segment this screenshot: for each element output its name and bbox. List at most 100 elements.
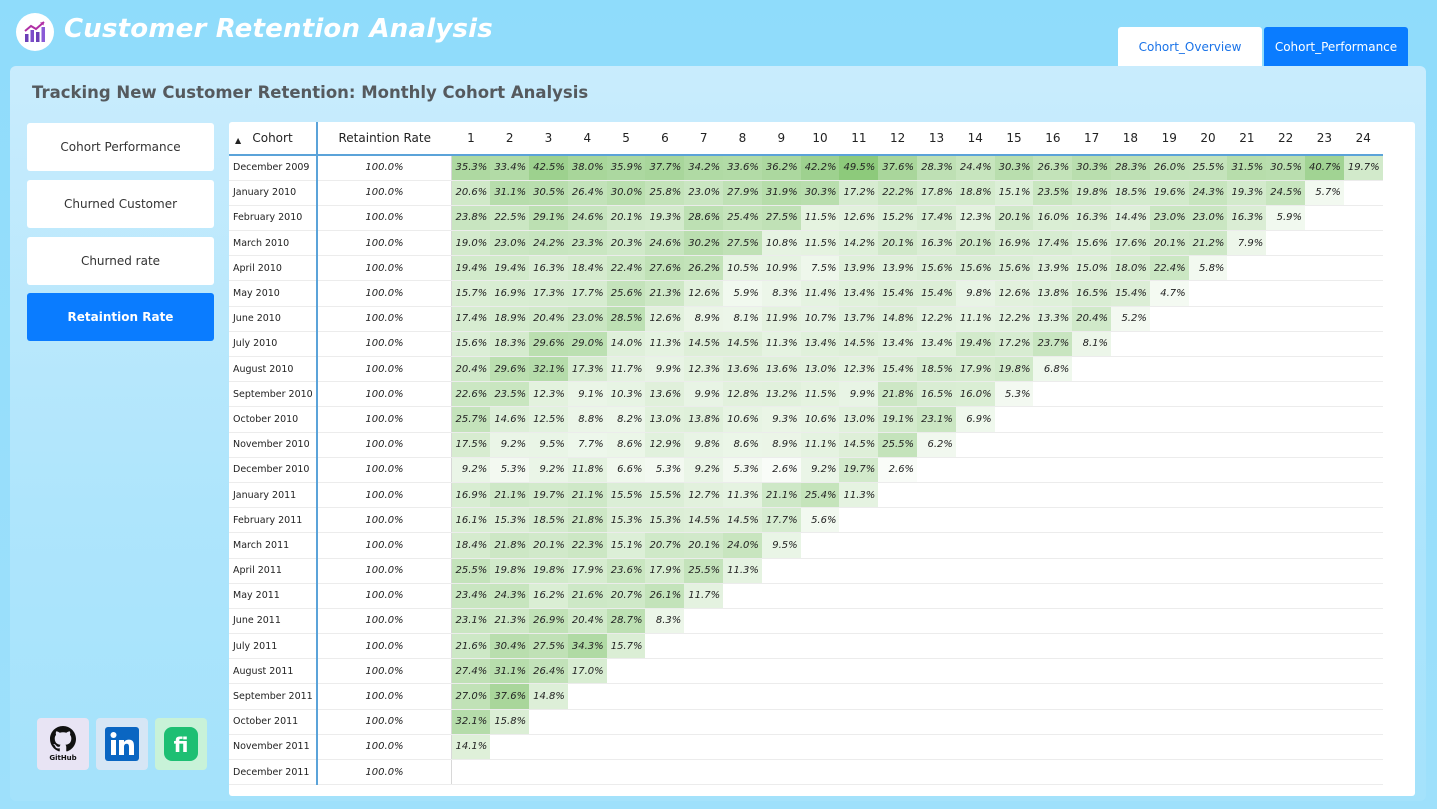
table-row[interactable]: January 2011 100.0% 16.9% 21.1% 19.7% 21.1% 15… [229, 482, 1383, 509]
retention-rate-cell: 100.0% [317, 432, 451, 458]
sidebar-item-churned-rate[interactable]: Churned rate [27, 237, 214, 285]
column-header-month[interactable]: 7 [684, 122, 723, 155]
retention-value-cell: 12.3% [529, 381, 568, 408]
sidebar-item-churned-customer[interactable]: Churned Customer [27, 180, 214, 228]
table-row[interactable]: October 2011 100.0% 32.1% 15.8% [229, 709, 1383, 735]
retention-value-cell [1227, 583, 1267, 609]
table-row[interactable]: February 2010 100.0% 23.8% 22.5% 29.1% 24.6% 2… [229, 205, 1383, 232]
github-icon [50, 726, 76, 752]
table-row[interactable]: June 2011 100.0% 23.1% 21.3% 26.9% 20.4% 28.7%… [229, 608, 1383, 635]
retention-value-cell: 36.2% [761, 155, 801, 181]
column-header-month[interactable]: 24 [1344, 122, 1383, 155]
column-header-cohort[interactable]: ▲ Cohort [229, 122, 318, 155]
column-header-month[interactable]: 18 [1111, 122, 1150, 155]
column-header-month[interactable]: 22 [1266, 122, 1305, 155]
table-row[interactable]: November 2011 100.0% 14.1% [229, 734, 1383, 761]
table-row[interactable]: June 2010 100.0% 17.4% 18.9% 20.4% 23.0% 28.5%… [229, 306, 1383, 332]
column-header-month[interactable]: 5 [607, 122, 646, 155]
column-header-month[interactable]: 15 [995, 122, 1034, 155]
table-row[interactable]: September 2010 100.0% 22.6% 23.5% 12.3% 9.1% 1… [229, 381, 1383, 408]
table-row[interactable]: July 2010 100.0% 15.6% 18.3% 29.6% 29.0% 14.0%… [229, 331, 1383, 358]
table-row[interactable]: December 2009 100.0% 35.3% 33.4% 42.5% 38.0% 3… [229, 155, 1383, 181]
retention-value-cell [1033, 432, 1073, 458]
retention-value-cell: 17.9% [955, 356, 995, 383]
table-row[interactable]: April 2010 100.0% 19.4% 19.4% 16.3% 18.4% 22.4… [229, 255, 1383, 282]
retention-value-cell [1343, 255, 1383, 282]
table-row[interactable]: May 2010 100.0% 15.7% 16.9% 17.3% 17.7% 25.6% 2… [229, 280, 1383, 307]
retention-rate-cell: 100.0% [317, 583, 451, 609]
column-header-month[interactable]: 10 [801, 122, 840, 155]
retention-value-cell: 15.7% [451, 280, 491, 307]
retention-value-cell [955, 633, 995, 660]
linkedin-link[interactable] [96, 718, 148, 770]
retention-value-cell: 20.3% [606, 230, 646, 257]
column-header-month[interactable]: 11 [839, 122, 878, 155]
table-row[interactable]: August 2011 100.0% 27.4% 31.1% 26.4% 17.0% [229, 658, 1383, 685]
retention-value-cell: 14.5% [723, 507, 762, 534]
sidebar-item-retaintion-rate[interactable]: Retaintion Rate [27, 293, 214, 341]
column-header-month[interactable]: 12 [878, 122, 917, 155]
column-header-month[interactable]: 23 [1305, 122, 1344, 155]
retention-value-cell: 11.3% [645, 331, 685, 358]
cohort-cell: January 2010 [229, 180, 318, 206]
tab-cohort-performance[interactable]: Cohort_Performance [1264, 27, 1408, 67]
table-row[interactable]: July 2011 100.0% 21.6% 30.4% 27.5% 34.3% 15.7% [229, 633, 1383, 660]
retention-value-cell [1188, 558, 1228, 584]
column-header-month[interactable]: 6 [645, 122, 684, 155]
table-row[interactable]: April 2011 100.0% 25.5% 19.8% 19.8% 17.9% 23.6… [229, 558, 1383, 584]
table-row[interactable]: August 2010 100.0% 20.4% 29.6% 32.1% 17.3% 11.… [229, 356, 1383, 383]
column-header-month[interactable]: 19 [1150, 122, 1189, 155]
retention-value-cell: 11.5% [800, 205, 840, 232]
column-header-month[interactable]: 4 [568, 122, 607, 155]
fiverr-link[interactable]: fi [155, 718, 207, 770]
table-row[interactable]: November 2010 100.0% 17.5% 9.2% 9.5% 7.7% 8.6%… [229, 432, 1383, 458]
column-header-month[interactable]: 16 [1033, 122, 1072, 155]
column-header-month[interactable]: 13 [917, 122, 956, 155]
column-header-month[interactable]: 21 [1227, 122, 1266, 155]
retention-value-cell: 24.3% [490, 583, 530, 609]
retention-value-cell: 33.6% [723, 155, 762, 181]
retention-value-cell: 6.8% [1033, 356, 1073, 383]
table-row[interactable]: September 2011 100.0% 27.0% 37.6% 14.8% [229, 683, 1383, 710]
retention-rate-cell: 100.0% [317, 608, 451, 635]
sort-ascending-icon[interactable]: ▲ [235, 136, 241, 145]
column-header-month[interactable]: 1 [452, 122, 491, 155]
column-header-month[interactable]: 3 [529, 122, 568, 155]
table-row[interactable]: March 2011 100.0% 18.4% 21.8% 20.1% 22.3% 15.1… [229, 532, 1383, 559]
table-row[interactable]: February 2011 100.0% 16.1% 15.3% 18.5% 21.8% 1… [229, 507, 1383, 534]
retention-value-cell: 9.3% [761, 406, 801, 433]
retention-value-cell [645, 658, 685, 685]
retention-value-cell: 15.2% [878, 205, 918, 232]
retention-value-cell [1072, 507, 1112, 534]
table-row[interactable]: December 2011 100.0% [229, 759, 1383, 786]
table-row[interactable]: May 2011 100.0% 23.4% 24.3% 16.2% 21.6% 20.7% 2… [229, 583, 1383, 609]
column-header-month[interactable]: 2 [490, 122, 529, 155]
retention-rate-cell: 100.0% [317, 734, 451, 761]
retention-value-cell: 12.3% [839, 356, 879, 383]
cohort-cell: October 2011 [229, 709, 318, 735]
tab-cohort-overview[interactable]: Cohort_Overview [1118, 27, 1262, 67]
sidebar-item-cohort-performance[interactable]: Cohort Performance [27, 123, 214, 171]
retention-value-cell: 14.5% [684, 331, 724, 358]
retention-value-cell: 16.1% [451, 507, 491, 534]
column-header-month[interactable]: 17 [1072, 122, 1111, 155]
retention-value-cell: 29.1% [529, 205, 568, 232]
column-header-month[interactable]: 8 [723, 122, 762, 155]
retention-value-cell: 10.3% [606, 381, 646, 408]
github-link[interactable]: GitHub [37, 718, 89, 770]
retention-value-cell [1149, 331, 1189, 358]
retention-value-cell: 17.7% [567, 280, 607, 307]
table-row[interactable]: December 2010 100.0% 9.2% 5.3% 9.2% 11.8% 6.6%… [229, 457, 1383, 483]
retention-value-cell [1305, 558, 1344, 584]
column-header-month[interactable]: 9 [762, 122, 801, 155]
retention-value-cell: 26.1% [645, 583, 685, 609]
retention-value-cell: 20.7% [606, 583, 646, 609]
retention-value-cell [917, 532, 956, 559]
table-row[interactable]: January 2010 100.0% 20.6% 31.1% 30.5% 26.4% 30… [229, 180, 1383, 206]
column-header-month[interactable]: 14 [956, 122, 995, 155]
column-header-month[interactable]: 20 [1189, 122, 1228, 155]
column-header-rate[interactable]: Retaintion Rate [317, 122, 452, 155]
table-row[interactable]: October 2010 100.0% 25.7% 14.6% 12.5% 8.8% 8.2… [229, 406, 1383, 433]
table-row[interactable]: March 2010 100.0% 19.0% 23.0% 24.2% 23.3% 20.3… [229, 230, 1383, 257]
retention-value-cell [1149, 532, 1189, 559]
